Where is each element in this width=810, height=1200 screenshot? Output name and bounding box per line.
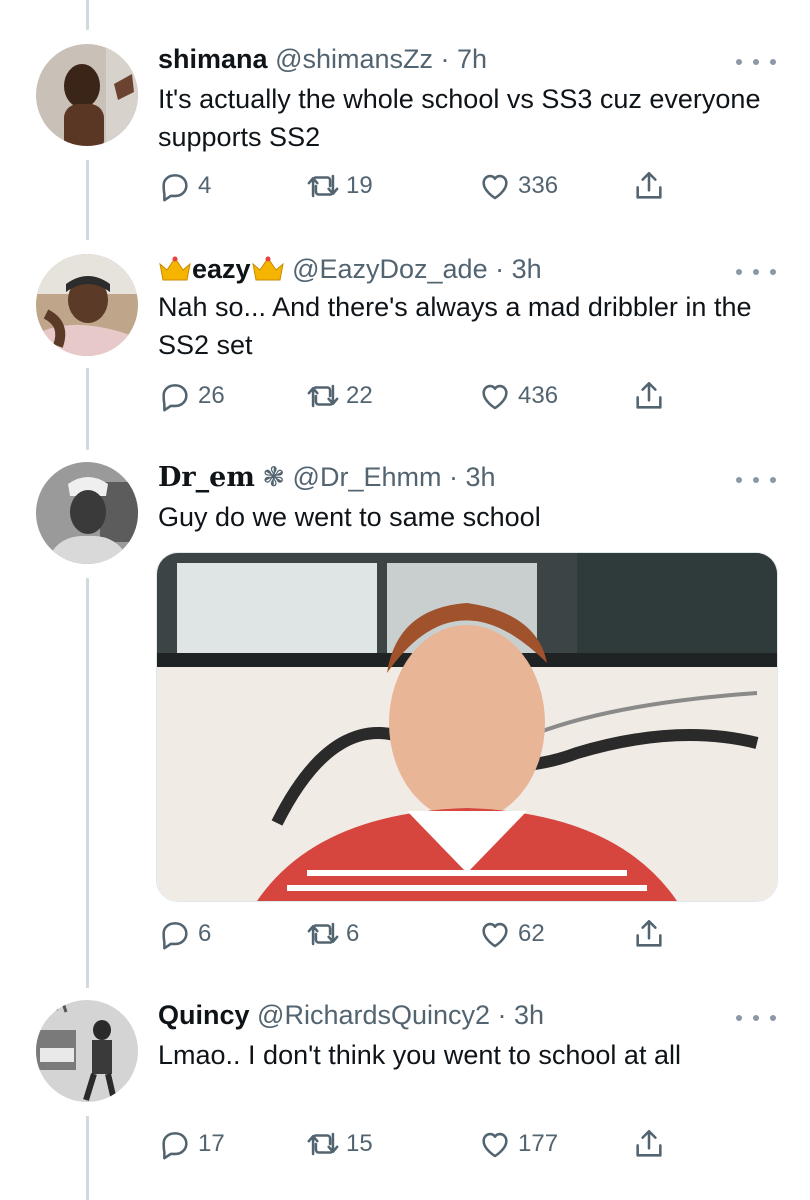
display-name[interactable]: eazy — [192, 254, 251, 284]
avatar[interactable] — [36, 44, 138, 146]
like-count: 336 — [518, 172, 559, 199]
avatar[interactable] — [36, 254, 138, 356]
retweet-count: 6 — [346, 920, 360, 947]
handle-time[interactable]: @shimansZz · 7h — [275, 44, 487, 74]
share-icon — [636, 919, 662, 947]
crown-icon — [251, 256, 285, 290]
action-bar: 17 15 177 — [158, 1124, 678, 1164]
tweet-text: Guy do we went to same school — [158, 502, 541, 532]
tweet-media-image[interactable] — [156, 552, 778, 902]
more-icon[interactable] — [736, 52, 776, 72]
tweet-header: eazy @EazyDoz_ade · 3h — [158, 252, 542, 290]
more-icon[interactable] — [736, 1008, 776, 1028]
reply-button[interactable]: 26 — [158, 376, 225, 416]
tweet[interactable]: eazy @EazyDoz_ade · 3h Nah so... And the… — [0, 240, 810, 450]
reply-button[interactable]: 6 — [158, 914, 211, 954]
share-button[interactable] — [632, 914, 666, 954]
retweet-count: 22 — [346, 382, 373, 409]
share-button[interactable] — [632, 376, 666, 416]
retweet-button[interactable]: 15 — [306, 1124, 373, 1164]
retweet-icon — [307, 1132, 339, 1156]
like-count: 62 — [518, 920, 545, 947]
like-button[interactable]: 177 — [478, 1124, 558, 1164]
reply-icon — [162, 174, 188, 202]
share-icon — [636, 171, 662, 199]
handle-time[interactable]: @RichardsQuincy2 · 3h — [257, 1000, 544, 1030]
like-button[interactable]: 336 — [478, 166, 558, 206]
tweet-text: Nah so... And there's always a mad dribb… — [158, 292, 752, 360]
tweet-header: Dr_em ❃ @Dr_Ehmm · 3h — [158, 460, 496, 495]
reply-count: 26 — [198, 382, 225, 409]
crown-icon — [158, 256, 192, 290]
retweet-button[interactable]: 19 — [306, 166, 373, 206]
display-name[interactable]: shimana — [158, 44, 268, 74]
retweet-icon — [307, 922, 339, 946]
avatar[interactable] — [36, 1000, 138, 1102]
share-icon — [636, 381, 662, 409]
share-button[interactable] — [632, 166, 666, 206]
tweet[interactable]: shimana @shimansZz · 7h It's actually th… — [0, 0, 810, 240]
retweet-icon — [307, 174, 339, 198]
action-bar: 4 19 336 — [158, 166, 678, 206]
retweet-count: 15 — [346, 1130, 373, 1157]
handle-time[interactable]: @EazyDoz_ade · 3h — [292, 254, 542, 284]
like-count: 177 — [518, 1130, 559, 1157]
reply-button[interactable]: 17 — [158, 1124, 225, 1164]
share-button[interactable] — [632, 1124, 666, 1164]
name-flower-icon: ❃ — [262, 462, 286, 492]
reply-icon — [162, 922, 188, 950]
tweet-header: shimana @shimansZz · 7h — [158, 42, 487, 76]
retweet-button[interactable]: 22 — [306, 376, 373, 416]
like-icon — [482, 1132, 508, 1158]
like-button[interactable]: 62 — [478, 914, 545, 954]
action-bar: 6 6 62 — [158, 914, 678, 954]
action-bar: 26 22 436 — [158, 376, 678, 416]
handle-time[interactable]: @Dr_Ehmm · 3h — [293, 462, 496, 492]
retweet-icon — [307, 384, 339, 408]
tweet-text: It's actually the whole school vs SS3 cu… — [158, 84, 761, 152]
reply-button[interactable]: 4 — [158, 166, 211, 206]
retweet-button[interactable]: 6 — [306, 914, 359, 954]
like-button[interactable]: 436 — [478, 376, 558, 416]
retweet-count: 19 — [346, 172, 373, 199]
reply-icon — [162, 1132, 188, 1160]
tweet[interactable]: Quincy @RichardsQuincy2 · 3h Lmao.. I do… — [0, 980, 810, 1200]
display-name[interactable]: Dr_em — [158, 462, 255, 493]
avatar[interactable] — [36, 462, 138, 564]
like-count: 436 — [518, 382, 559, 409]
more-icon[interactable] — [736, 262, 776, 282]
tweet-header: Quincy @RichardsQuincy2 · 3h — [158, 998, 544, 1032]
reply-count: 6 — [198, 920, 212, 947]
like-icon — [482, 384, 508, 410]
display-name[interactable]: Quincy — [158, 1000, 250, 1030]
like-icon — [482, 922, 508, 948]
reply-icon — [162, 384, 188, 412]
more-icon[interactable] — [736, 470, 776, 490]
like-icon — [482, 174, 508, 200]
tweet-text: Lmao.. I don't think you went to school … — [158, 1040, 681, 1070]
share-icon — [636, 1129, 662, 1157]
reply-count: 17 — [198, 1130, 225, 1157]
reply-count: 4 — [198, 172, 212, 199]
